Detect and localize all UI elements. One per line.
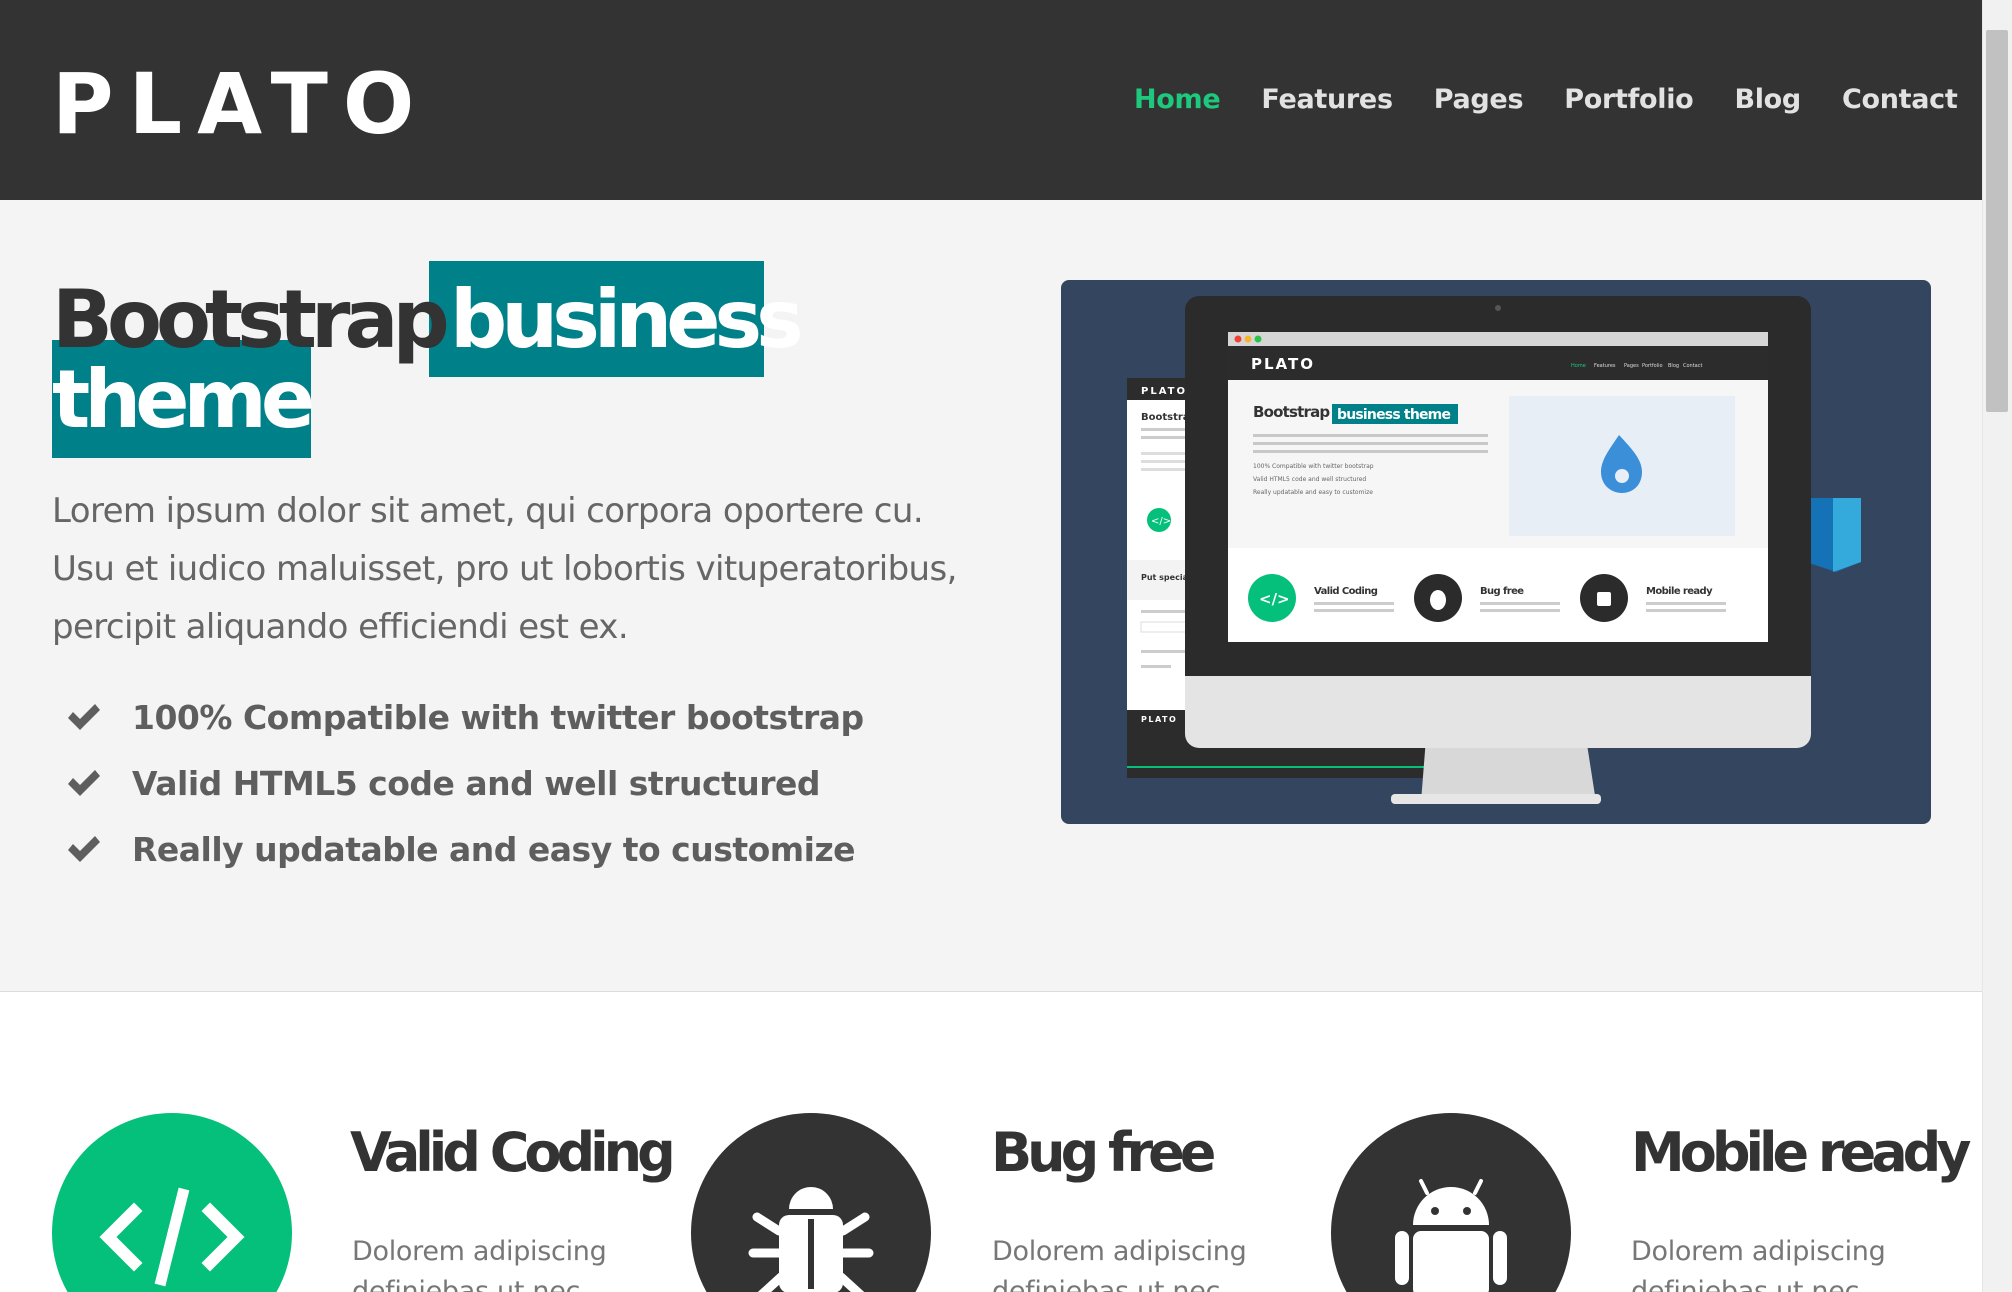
screen-title-highlight: business theme	[1337, 407, 1450, 423]
tablet-logo: PLATO	[1141, 386, 1187, 397]
tablet-footer-logo: PLATO	[1141, 715, 1177, 724]
nav-blog[interactable]: Blog	[1734, 78, 1801, 122]
screen-bullet: Valid HTML5 code and well structured	[1253, 476, 1366, 483]
screen-logo: PLATO	[1251, 355, 1315, 373]
svg-text:</>: </>	[1259, 590, 1290, 608]
feature-text: Dolorem adipiscing definiebas ut nec.	[1631, 1236, 1886, 1292]
nav-contact[interactable]: Contact	[1842, 78, 1958, 122]
bullet-label: Really updatable and easy to customize	[132, 829, 856, 869]
feature-title: Bug free	[991, 1121, 1216, 1184]
tablet-section-title: Put special	[1141, 573, 1191, 582]
bullet-item: 100% Compatible with twitter bootstrap	[52, 684, 864, 750]
screen-nav-item: Pages	[1624, 363, 1639, 369]
svg-text:</>: </>	[1151, 516, 1171, 527]
check-icon	[68, 704, 100, 730]
android-icon	[1395, 1179, 1507, 1292]
hero-title-highlight: theme	[52, 353, 315, 446]
site-logo[interactable]: PLATO	[52, 54, 429, 154]
screen-bullet: 100% Compatible with twitter bootstrap	[1253, 463, 1374, 470]
bullet-label: Valid HTML5 code and well structured	[132, 763, 821, 803]
hero-title-highlight: business	[450, 273, 804, 366]
nav-portfolio[interactable]: Portfolio	[1564, 78, 1694, 122]
screen-nav-item: Features	[1594, 363, 1616, 369]
main-nav: Home Features Pages Portfolio Blog Conta…	[1134, 78, 1982, 122]
bullet-item: Valid HTML5 code and well structured	[52, 750, 864, 816]
bug-icon	[748, 1187, 874, 1292]
feature-text: Dolorem adipiscing definiebas ut nec.	[992, 1236, 1247, 1292]
feature-title: Valid Coding	[350, 1121, 676, 1184]
bullet-label: 100% Compatible with twitter bootstrap	[132, 697, 864, 737]
nav-features[interactable]: Features	[1261, 78, 1393, 122]
screen-feature-title: Mobile ready	[1646, 586, 1713, 597]
hero-bullets: 100% Compatible with twitter bootstrap V…	[52, 684, 864, 882]
site-header: PLATO Home Features Pages Portfolio Blog…	[0, 0, 1982, 200]
device-mockup-illustration: PLATO Bootstrap </> Put special PLATO PL…	[1127, 296, 1861, 804]
screen-title-plain: Bootstrap	[1253, 403, 1330, 421]
screen-feature-title: Valid Coding	[1314, 586, 1378, 597]
screen-feature-title: Bug free	[1480, 586, 1524, 597]
page: PLATO Home Features Pages Portfolio Blog…	[0, 0, 1982, 1292]
nav-pages[interactable]: Pages	[1434, 78, 1524, 122]
feature-text: Dolorem adipiscing definiebas ut nec.	[352, 1236, 607, 1292]
check-icon	[68, 770, 100, 796]
hero-mockup-image: PLATO Bootstrap </> Put special PLATO PL…	[1061, 280, 1931, 824]
check-icon	[68, 836, 100, 862]
screen-bullet: Really updatable and easy to customize	[1253, 489, 1373, 496]
feature-title: Mobile ready	[1631, 1121, 1971, 1184]
scrollbar-thumb[interactable]	[1986, 30, 2008, 412]
screen-nav-item: Portfolio	[1642, 363, 1663, 369]
screen-nav-item: Contact	[1683, 363, 1702, 369]
feature-icon-circle	[691, 1113, 931, 1292]
feature-icon-circle	[1331, 1113, 1571, 1292]
feature-icon-circle	[52, 1113, 292, 1292]
nav-home[interactable]: Home	[1134, 78, 1221, 122]
screen-nav-item: Blog	[1668, 363, 1679, 369]
code-icon	[99, 1187, 245, 1287]
hero-lead: Lorem ipsum dolor sit amet, qui corpora …	[52, 491, 957, 647]
screen-nav-item: Home	[1571, 363, 1586, 369]
bullet-item: Really updatable and easy to customize	[52, 816, 864, 882]
